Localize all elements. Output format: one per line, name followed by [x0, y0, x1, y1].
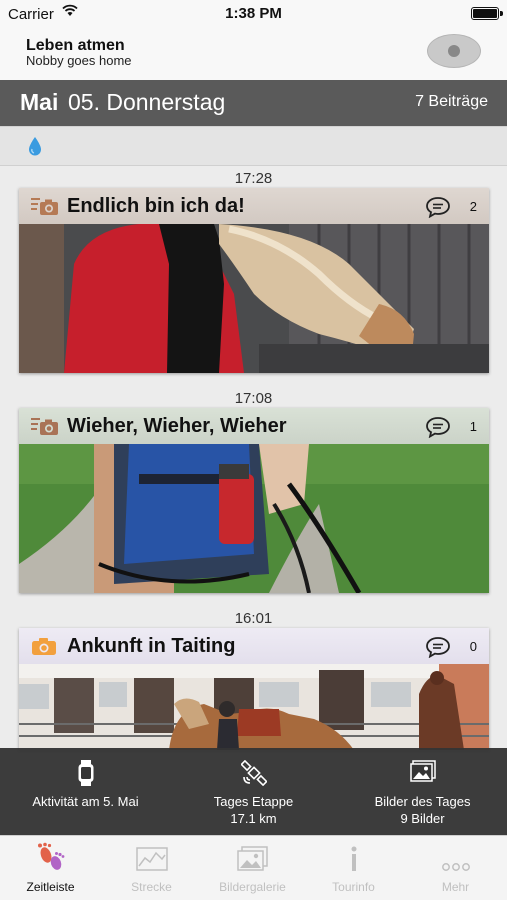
comment-icon[interactable]: [425, 416, 451, 439]
stage-summary[interactable]: Tages Etappe 17.1 km: [186, 760, 321, 826]
tab-label: Mehr: [441, 880, 470, 894]
filter-bar: [0, 126, 507, 166]
entry-time: 17:28: [234, 170, 273, 187]
footprints-icon: [0, 836, 101, 874]
entry-photo[interactable]: [19, 444, 489, 593]
card-title: Ankunft in Taiting: [67, 635, 236, 657]
timeline-card[interactable]: Wieher, Wieher, Wieher 1: [19, 408, 489, 593]
map-icon: [101, 836, 202, 874]
info-icon: [303, 836, 404, 874]
app-subtitle: Nobby goes home: [26, 53, 132, 68]
timeline-card[interactable]: Endlich bin ich da! 2: [19, 188, 489, 373]
date-bar: Mai 05. Donnerstag 7 Beiträge: [0, 80, 507, 126]
tab-bar: Zeitleiste Strecke Bildergalerie Tourinf…: [0, 835, 507, 900]
comment-count: 1: [469, 419, 477, 434]
tab-tourinfo[interactable]: Tourinfo: [303, 836, 404, 900]
app-header: Leben atmen Nobby goes home: [0, 28, 507, 80]
tab-zeitleiste[interactable]: Zeitleiste: [0, 836, 101, 900]
activity-label: Aktivität am 5. Mai: [32, 794, 139, 809]
card-title: Wieher, Wieher, Wieher: [67, 415, 287, 437]
photo-icon: [355, 760, 490, 786]
comment-count: 2: [469, 199, 477, 214]
comment-icon[interactable]: [425, 196, 451, 219]
date-month: Mai: [20, 89, 59, 115]
stage-label: Tages Etappe: [213, 794, 294, 809]
satellite-icon: [186, 760, 321, 786]
entries-count: 7 Beiträge: [415, 93, 488, 110]
photo-entry-icon: [31, 196, 59, 216]
tab-mehr[interactable]: Mehr: [404, 836, 507, 900]
photo-entry-icon: [31, 416, 59, 436]
pictures-summary[interactable]: Bilder des Tages 9 Bilder: [355, 760, 490, 826]
pictures-label: Bilder des Tages: [374, 794, 471, 809]
tab-strecke[interactable]: Strecke: [101, 836, 202, 900]
day-summary-panel: Aktivität am 5. Mai Tages Etappe 17.1 km…: [0, 748, 507, 835]
entry-time: 17:08: [234, 390, 273, 407]
camera-icon: [31, 636, 59, 656]
entry-photo[interactable]: [19, 664, 489, 750]
entry-photo[interactable]: [19, 224, 489, 373]
status-bar: Carrier 1:38 PM: [0, 0, 507, 28]
status-time: 1:38 PM: [225, 5, 282, 22]
tab-bildergalerie[interactable]: Bildergalerie: [202, 836, 303, 900]
tab-label: Strecke: [131, 880, 172, 894]
date-day: 05. Donnerstag: [68, 89, 226, 115]
tab-label: Tourinfo: [332, 880, 375, 894]
brand-logo[interactable]: [427, 34, 481, 68]
gallery-icon: [202, 836, 303, 874]
tab-label: Bildergalerie: [219, 880, 286, 894]
stage-distance: 17.1 km: [230, 811, 277, 826]
watch-icon: [18, 760, 153, 786]
card-header: Endlich bin ich da! 2: [19, 188, 489, 224]
timeline-card[interactable]: Ankunft in Taiting 0: [19, 628, 489, 750]
card-header: Wieher, Wieher, Wieher 1: [19, 408, 489, 444]
comment-icon[interactable]: [425, 636, 451, 659]
activity-summary[interactable]: Aktivität am 5. Mai: [18, 760, 153, 809]
battery-icon: [471, 7, 503, 20]
card-title: Endlich bin ich da!: [67, 195, 245, 217]
comment-count: 0: [469, 639, 477, 654]
pictures-count: 9 Bilder: [400, 811, 445, 826]
card-header: Ankunft in Taiting 0: [19, 628, 489, 664]
entry-time: 16:01: [234, 610, 273, 627]
more-icon: [404, 836, 507, 874]
water-drop-icon[interactable]: [28, 136, 42, 156]
tab-label: Zeitleiste: [26, 880, 75, 894]
